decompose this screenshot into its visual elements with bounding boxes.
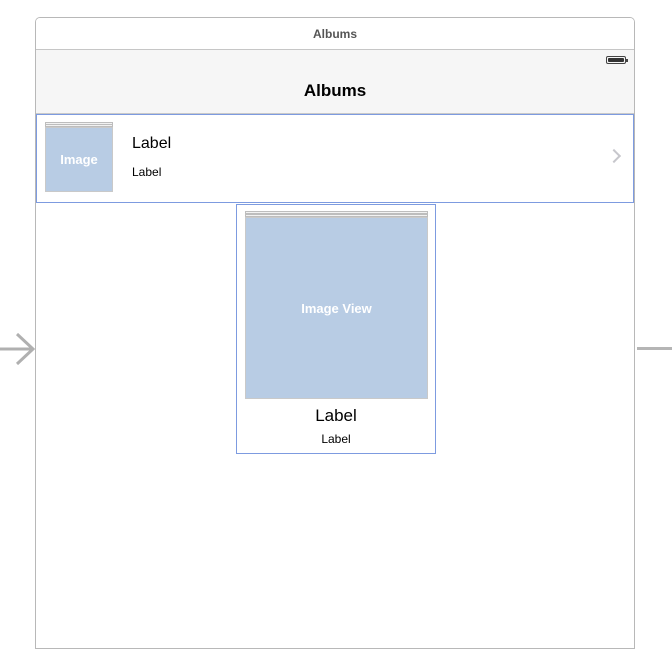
nav-title: Albums [303, 81, 367, 100]
battery-icon [606, 56, 628, 64]
collection-cell-title[interactable]: Label [237, 406, 435, 426]
collection-cell-image[interactable]: Image View [245, 211, 428, 399]
image-placeholder: Image [45, 127, 113, 192]
outgoing-segue-line[interactable] [637, 347, 672, 350]
table-cell-subtitle[interactable]: Label [132, 165, 161, 179]
table-cell-title[interactable]: Label [132, 135, 171, 153]
collection-cell[interactable]: Image View Label Label [236, 204, 436, 454]
collection-cell-subtitle[interactable]: Label [237, 432, 435, 446]
chevron-right-icon [606, 148, 622, 164]
segue-arrow-icon[interactable] [0, 333, 36, 365]
table-cell[interactable]: Image Label Label [36, 114, 634, 203]
table-cell-image[interactable]: Image [45, 122, 113, 192]
albums-scene[interactable]: Albums Albums Image Label Label Image Vi… [35, 17, 635, 649]
image-view-placeholder: Image View [245, 217, 428, 399]
navigation-bar[interactable]: Albums [36, 50, 634, 114]
scene-title: Albums [36, 18, 634, 50]
